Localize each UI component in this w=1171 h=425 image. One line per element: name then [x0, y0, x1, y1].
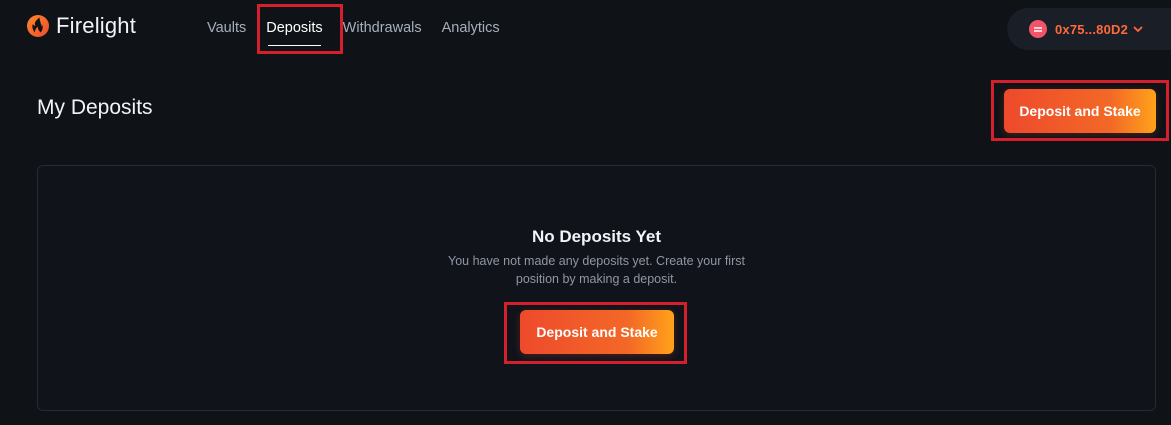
- empty-state-deposit-button[interactable]: Deposit and Stake: [520, 310, 674, 354]
- empty-state-title: No Deposits Yet: [531, 227, 662, 246]
- top-bar: Firelight Vaults Deposits Withdrawals An…: [0, 0, 1171, 56]
- page-title: My Deposits: [37, 96, 153, 119]
- flame-icon: [27, 15, 49, 37]
- empty-state-description: You have not made any deposits yet. Crea…: [448, 254, 745, 286]
- nav-item-deposits[interactable]: Deposits: [256, 0, 332, 56]
- wallet-button[interactable]: 0x75...80D2: [1007, 8, 1171, 50]
- page: Firelight Vaults Deposits Withdrawals An…: [0, 0, 1171, 425]
- chevron-down-icon: [1133, 26, 1143, 32]
- main-nav: Vaults Deposits Withdrawals Analytics: [197, 0, 510, 56]
- wallet-avatar: [1029, 20, 1047, 38]
- logo[interactable]: Firelight: [26, 12, 136, 40]
- nav-item-withdrawals[interactable]: Withdrawals: [333, 0, 432, 56]
- empty-state-card: No Deposits Yet You have not made any de…: [37, 165, 1156, 411]
- app-name: Firelight: [56, 13, 137, 38]
- nav-item-analytics[interactable]: Analytics: [432, 0, 510, 56]
- deposit-and-stake-button[interactable]: Deposit and Stake: [1004, 89, 1156, 133]
- wallet-address: 0x75...80D2: [1055, 21, 1129, 37]
- nav-item-vaults[interactable]: Vaults: [197, 0, 256, 56]
